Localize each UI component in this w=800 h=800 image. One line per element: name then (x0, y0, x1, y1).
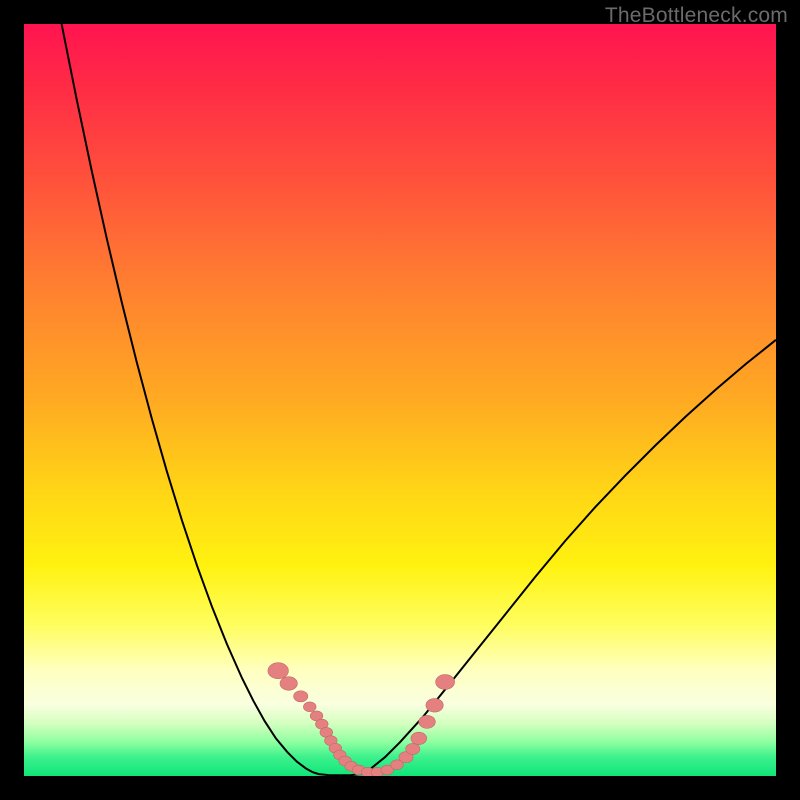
curve-marker (303, 702, 316, 712)
curve-marker (268, 663, 289, 679)
chart-svg (24, 24, 776, 776)
curve-marker (406, 743, 420, 754)
curve-marker (411, 732, 427, 744)
curve-marker (294, 691, 308, 702)
curve-marker (426, 699, 443, 713)
curve-marker (436, 675, 455, 690)
curve-marker (280, 677, 297, 691)
gradient-rect (24, 24, 776, 776)
outer-frame: TheBottleneck.com (0, 0, 800, 800)
curve-marker (419, 715, 436, 728)
plot-area (24, 24, 776, 776)
